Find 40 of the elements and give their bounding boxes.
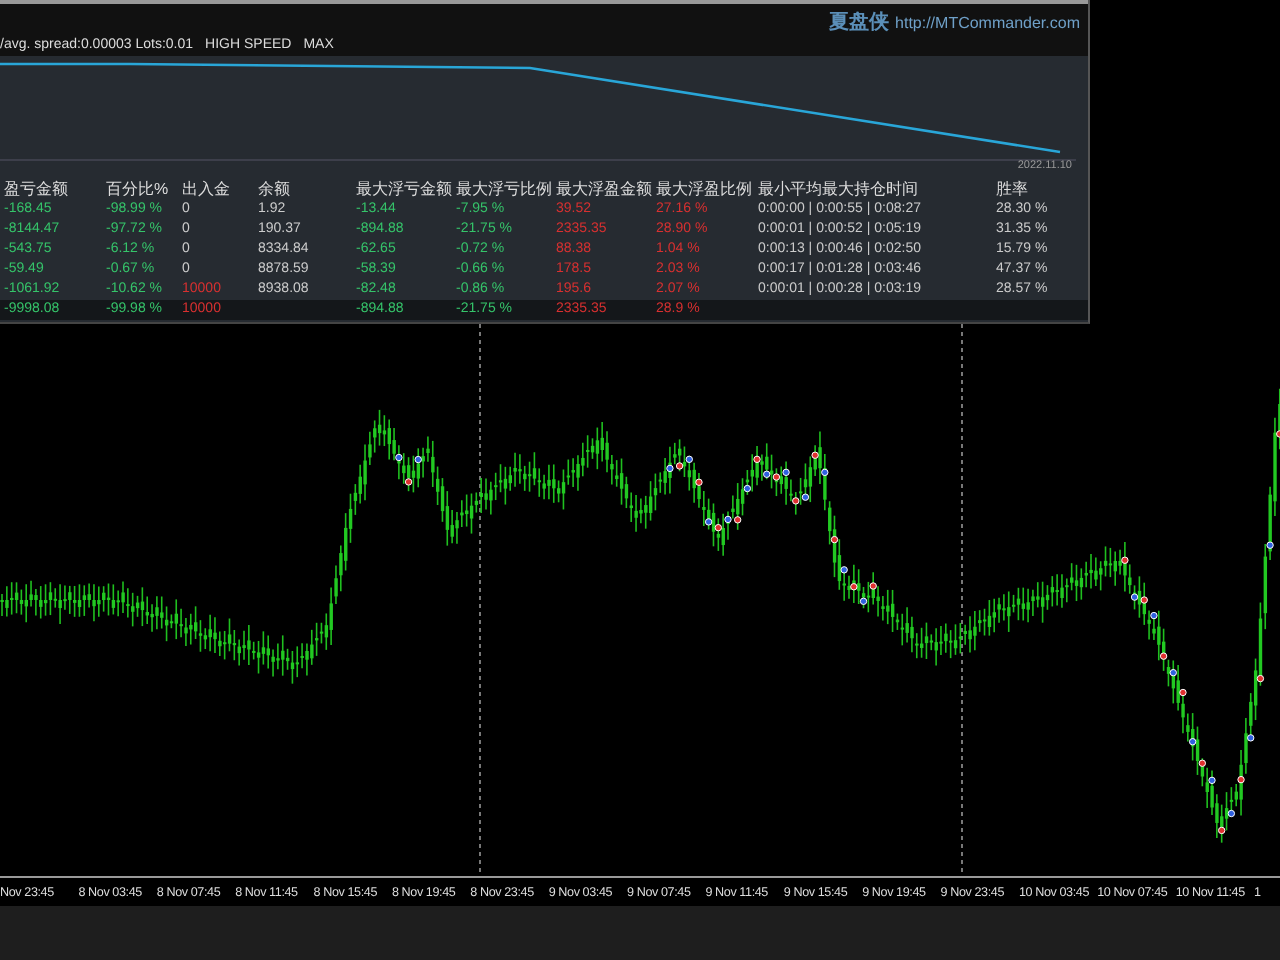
column-header: 盈亏金额 — [2, 178, 70, 200]
trade-marker — [1218, 826, 1226, 835]
column-header: 出入金 — [180, 178, 232, 200]
trade-marker — [869, 582, 877, 590]
trade-marker — [1188, 738, 1197, 746]
trade-marker — [404, 478, 413, 486]
column-header: 最大浮盈比例 — [654, 178, 754, 200]
trade-marker — [1276, 430, 1280, 438]
trade-marker — [1150, 611, 1158, 620]
column-header: 最大浮亏比例 — [454, 178, 552, 200]
trade-marker — [1256, 674, 1265, 683]
trade-marker — [1198, 759, 1206, 767]
trade-marker — [821, 468, 829, 477]
trade-marker — [1227, 809, 1236, 818]
trade-marker — [1208, 776, 1216, 785]
trade-marker — [859, 597, 868, 605]
trade-marker — [830, 535, 839, 544]
column-header: 最大浮亏金额 — [354, 178, 452, 200]
trade-marker — [1266, 541, 1274, 549]
trade-marker — [414, 455, 422, 464]
website-link[interactable]: http://MTCommander.com — [895, 14, 1080, 32]
trade-marker — [840, 566, 848, 574]
column-header: 余额 — [256, 178, 292, 200]
column-header: 最大浮盈金额 — [554, 178, 652, 200]
trade-marker — [1247, 734, 1255, 742]
trade-marker — [395, 453, 403, 462]
trade-marker — [753, 455, 761, 464]
trade-marker — [1121, 556, 1129, 564]
trade-marker — [743, 484, 752, 493]
column-header: 百分比% — [104, 178, 171, 200]
column-header: 最小平均最大持仓时间 — [756, 178, 920, 200]
brand-name: 夏盘侠 — [829, 9, 890, 36]
trade-marker — [811, 451, 819, 459]
trade-marker — [1237, 775, 1245, 784]
trade-marker — [1159, 652, 1168, 660]
column-header: 胜率 — [994, 178, 1030, 200]
trade-marker — [1169, 668, 1177, 677]
trade-marker — [850, 583, 858, 591]
trade-marker — [1179, 688, 1187, 697]
trade-marker — [695, 478, 703, 486]
